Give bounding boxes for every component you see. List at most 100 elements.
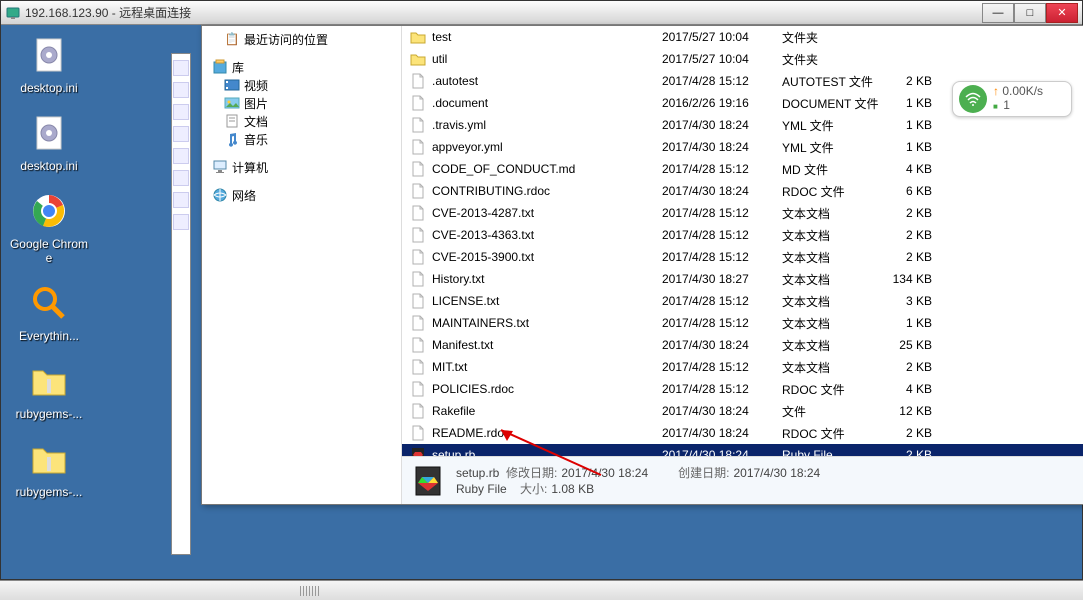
battery-count: 1 — [993, 98, 1043, 114]
file-type: YML 文件 — [782, 117, 892, 134]
file-type-icon — [410, 403, 426, 419]
file-date: 2017/4/30 18:24 — [662, 338, 782, 352]
minimize-button[interactable]: — — [982, 3, 1014, 23]
file-type-icon — [410, 227, 426, 243]
file-row[interactable]: .travis.yml2017/4/30 18:24YML 文件1 KB — [402, 114, 1083, 136]
nav-libraries[interactable]: 库 — [204, 58, 399, 76]
navigation-pane: 📋 最近访问的位置 库 视频 — [202, 26, 402, 504]
file-row[interactable]: CONTRIBUTING.rdoc2017/4/30 18:24RDOC 文件6… — [402, 180, 1083, 202]
file-size: 4 KB — [892, 162, 952, 176]
file-row[interactable]: CODE_OF_CONDUCT.md2017/4/28 15:12MD 文件4 … — [402, 158, 1083, 180]
file-size: 134 KB — [892, 272, 952, 286]
libraries-icon — [212, 59, 228, 75]
file-name: .document — [432, 96, 662, 110]
file-row[interactable]: MAINTAINERS.txt2017/4/28 15:12文本文档1 KB — [402, 312, 1083, 334]
desktop-icon-0[interactable]: desktop.ini — [9, 33, 89, 95]
nav-pictures[interactable]: 图片 — [204, 94, 399, 112]
file-type-icon — [410, 183, 426, 199]
file-type: YML 文件 — [782, 139, 892, 156]
network-speed-widget[interactable]: 0.00K/s 1 — [952, 81, 1072, 117]
nav-network[interactable]: 网络 — [204, 186, 399, 204]
file-size: 2 KB — [892, 426, 952, 440]
desktop-icon-3[interactable]: Everythin... — [9, 281, 89, 343]
file-name: POLICIES.rdoc — [432, 382, 662, 396]
file-row[interactable]: LICENSE.txt2017/4/28 15:12文本文档3 KB — [402, 290, 1083, 312]
nav-computer[interactable]: 计算机 — [204, 158, 399, 176]
network-icon — [212, 187, 228, 203]
file-date: 2017/4/28 15:12 — [662, 206, 782, 220]
file-name: CVE-2013-4363.txt — [432, 228, 662, 242]
file-name: MIT.txt — [432, 360, 662, 374]
recent-icon: 📋 — [224, 31, 240, 47]
titlebar[interactable]: 192.168.123.90 - 远程桌面连接 — □ ✕ — [1, 1, 1082, 25]
file-type: 文本文档 — [782, 293, 892, 310]
details-pane: setup.rb 修改日期:2017/4/30 18:24 创建日期:2017/… — [402, 456, 1083, 504]
remote-desktop-area: desktop.ini desktop.ini Google Chrome Every… — [1, 25, 1082, 579]
desktop-icon-5[interactable]: rubygems-... — [9, 437, 89, 499]
file-row[interactable]: History.txt2017/4/30 18:27文本文档134 KB — [402, 268, 1083, 290]
nav-music[interactable]: 音乐 — [204, 130, 399, 148]
details-type: Ruby File — [456, 482, 507, 496]
nav-documents[interactable]: 文档 — [204, 112, 399, 130]
desktop-icon-2[interactable]: Google Chrome — [9, 189, 89, 265]
file-type-icon — [410, 271, 426, 287]
file-name: util — [432, 52, 662, 66]
file-name: .autotest — [432, 74, 662, 88]
file-type-icon — [410, 381, 426, 397]
file-row[interactable]: Manifest.txt2017/4/30 18:24文本文档25 KB — [402, 334, 1083, 356]
file-row[interactable]: appveyor.yml2017/4/30 18:24YML 文件1 KB — [402, 136, 1083, 158]
file-size: 6 KB — [892, 184, 952, 198]
ini-icon — [27, 33, 71, 77]
file-row[interactable]: CVE-2013-4363.txt2017/4/28 15:12文本文档2 KB — [402, 224, 1083, 246]
file-type: 文本文档 — [782, 271, 892, 288]
file-row[interactable]: MIT.txt2017/4/28 15:12文本文档2 KB — [402, 356, 1083, 378]
file-row[interactable]: CVE-2015-3900.txt2017/4/28 15:12文本文档2 KB — [402, 246, 1083, 268]
file-date: 2017/4/28 15:12 — [662, 250, 782, 264]
nav-videos[interactable]: 视频 — [204, 76, 399, 94]
file-type: RDOC 文件 — [782, 183, 892, 200]
explorer-window: 📋 最近访问的位置 库 视频 — [201, 25, 1083, 505]
file-size: 12 KB — [892, 404, 952, 418]
file-name: MAINTAINERS.txt — [432, 316, 662, 330]
desktop-icon-4[interactable]: rubygems-... — [9, 359, 89, 421]
file-name: test — [432, 30, 662, 44]
close-button[interactable]: ✕ — [1046, 3, 1078, 23]
file-type: 文本文档 — [782, 337, 892, 354]
file-row[interactable]: CVE-2013-4287.txt2017/4/28 15:12文本文档2 KB — [402, 202, 1083, 224]
videos-icon — [224, 77, 240, 93]
file-row[interactable]: util2017/5/27 10:04文件夹 — [402, 48, 1083, 70]
file-date: 2017/4/30 18:24 — [662, 118, 782, 132]
file-name: Rakefile — [432, 404, 662, 418]
ruby-file-icon — [410, 463, 446, 499]
file-type: RDOC 文件 — [782, 381, 892, 398]
file-date: 2016/2/26 19:16 — [662, 96, 782, 110]
remote-desktop-window: 192.168.123.90 - 远程桌面连接 — □ ✕ desktop.in… — [0, 0, 1083, 580]
documents-icon — [224, 113, 240, 129]
desktop-icon-1[interactable]: desktop.ini — [9, 111, 89, 173]
file-row[interactable]: Rakefile2017/4/30 18:24文件12 KB — [402, 400, 1083, 422]
file-date: 2017/4/28 15:12 — [662, 382, 782, 396]
file-row[interactable]: POLICIES.rdoc2017/4/28 15:12RDOC 文件4 KB — [402, 378, 1083, 400]
nav-recent[interactable]: 📋 最近访问的位置 — [204, 30, 399, 48]
file-date: 2017/4/28 15:12 — [662, 162, 782, 176]
file-type: 文本文档 — [782, 249, 892, 266]
file-size: 1 KB — [892, 96, 952, 110]
file-name: CONTRIBUTING.rdoc — [432, 184, 662, 198]
file-size: 2 KB — [892, 74, 952, 88]
file-date: 2017/4/28 15:12 — [662, 360, 782, 374]
pictures-icon — [224, 95, 240, 111]
file-date: 2017/4/30 18:27 — [662, 272, 782, 286]
file-row[interactable]: test2017/5/27 10:04文件夹 — [402, 26, 1083, 48]
file-size: 25 KB — [892, 338, 952, 352]
file-date: 2017/4/30 18:24 — [662, 184, 782, 198]
file-row[interactable]: README.rdoc2017/4/30 18:24RDOC 文件2 KB — [402, 422, 1083, 444]
file-type-icon — [410, 73, 426, 89]
file-date: 2017/5/27 10:04 — [662, 52, 782, 66]
file-name: appveyor.yml — [432, 140, 662, 154]
file-size: 2 KB — [892, 360, 952, 374]
file-date: 2017/4/28 15:12 — [662, 316, 782, 330]
maximize-button[interactable]: □ — [1014, 3, 1046, 23]
resize-handle[interactable] — [300, 586, 320, 596]
chrome-icon — [27, 189, 71, 233]
music-icon — [224, 131, 240, 147]
